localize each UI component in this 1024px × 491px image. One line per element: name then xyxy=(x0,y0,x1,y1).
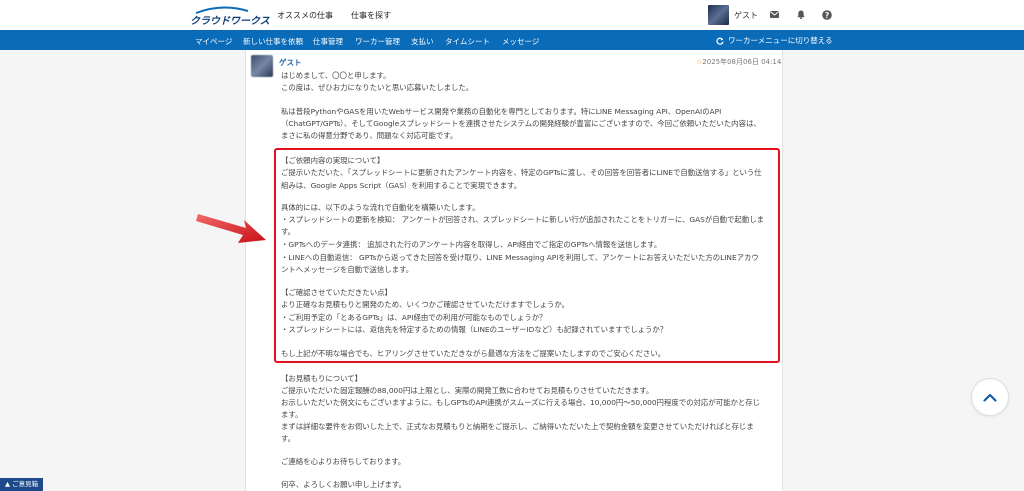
highlight-box xyxy=(274,148,780,363)
scroll-to-top-button[interactable] xyxy=(971,378,1009,416)
subnav-timesheet[interactable]: タイムシート xyxy=(445,36,490,47)
message-line: す。 xyxy=(281,434,296,443)
switch-to-worker-menu-button[interactable]: ワーカーメニューに切り替える xyxy=(716,35,832,46)
feedback-button[interactable]: ▲ ご意見箱 xyxy=(0,478,44,491)
switch-label: ワーカーメニューに切り替える xyxy=(728,36,833,45)
refresh-icon xyxy=(716,37,724,45)
chevron-up-icon xyxy=(983,393,997,402)
message-line: この度は、ぜひお力になりたいと思い応募いたしました。 xyxy=(281,83,474,92)
message-line: ご提示いただいた固定報酬の88,000円は上限とし、実際の開発工数に合わせてお見… xyxy=(281,386,654,395)
bell-icon[interactable] xyxy=(797,10,805,19)
user-name[interactable]: ゲスト xyxy=(734,10,758,21)
message-line: まさに私の得意分野であり、問題なく対応可能です。 xyxy=(281,131,458,140)
message-line: 何卒、よろしくお願い申し上げます。 xyxy=(281,480,406,489)
subnav-worker-management[interactable]: ワーカー管理 xyxy=(355,36,400,47)
message-line: はじめまして、〇〇と申します。 xyxy=(281,71,391,80)
sender-name[interactable]: ゲスト xyxy=(279,57,302,68)
message-line: 【お見積もりについて】 xyxy=(281,374,363,383)
sub-navigation: マイページ 新しい仕事を依頼 仕事管理 ワーカー管理 支払い タイムシート メッ… xyxy=(0,30,1024,50)
message-date-text: 2025年08月06日 04:14 xyxy=(702,58,782,66)
subnav-mypage[interactable]: マイページ xyxy=(195,36,232,47)
subnav-job-management[interactable]: 仕事管理 xyxy=(313,36,343,47)
crowdworks-logo[interactable]: クラウドワークス xyxy=(190,6,270,27)
message-line: お示しいただいた例文にもございますように、もしGPTsのAPI連携がスムーズに行… xyxy=(281,398,761,407)
avatar[interactable] xyxy=(708,5,729,25)
message-line: （ChatGPT/GPTs）、そしてGoogleスプレッドシートを連携させたシス… xyxy=(281,119,761,128)
nav-find-jobs[interactable]: 仕事を探す xyxy=(351,10,391,21)
subnav-payments[interactable]: 支払い xyxy=(411,36,434,47)
message-line: 私は普段PythonやGASを用いたWebサービス開発や業務の自動化を専門として… xyxy=(281,107,722,116)
subnav-new-job-request[interactable]: 新しい仕事を依頼 xyxy=(243,36,303,47)
subnav-messages[interactable]: メッセージ xyxy=(502,36,539,47)
red-arrow-icon xyxy=(196,214,266,243)
message-line: ご連絡を心よりお待ちしております。 xyxy=(281,457,406,466)
svg-text:?: ? xyxy=(825,11,829,20)
mail-icon[interactable] xyxy=(770,11,779,18)
message-date: ☆2025年08月06日 04:14 xyxy=(696,57,781,67)
sender-avatar[interactable] xyxy=(251,55,273,77)
message-line: ます。 xyxy=(281,410,303,419)
logo-text: クラウドワークス xyxy=(190,16,270,27)
nav-recommended-jobs[interactable]: オススメの仕事 xyxy=(277,10,333,21)
message-line: まずは詳細な要件をお伺いした上で、正式なお見積もりと納期をご提示し、ご納得いただ… xyxy=(281,422,754,431)
help-icon[interactable]: ? xyxy=(822,10,832,20)
top-header: クラウドワークス オススメの仕事 仕事を探す ゲスト ? xyxy=(0,0,1024,30)
